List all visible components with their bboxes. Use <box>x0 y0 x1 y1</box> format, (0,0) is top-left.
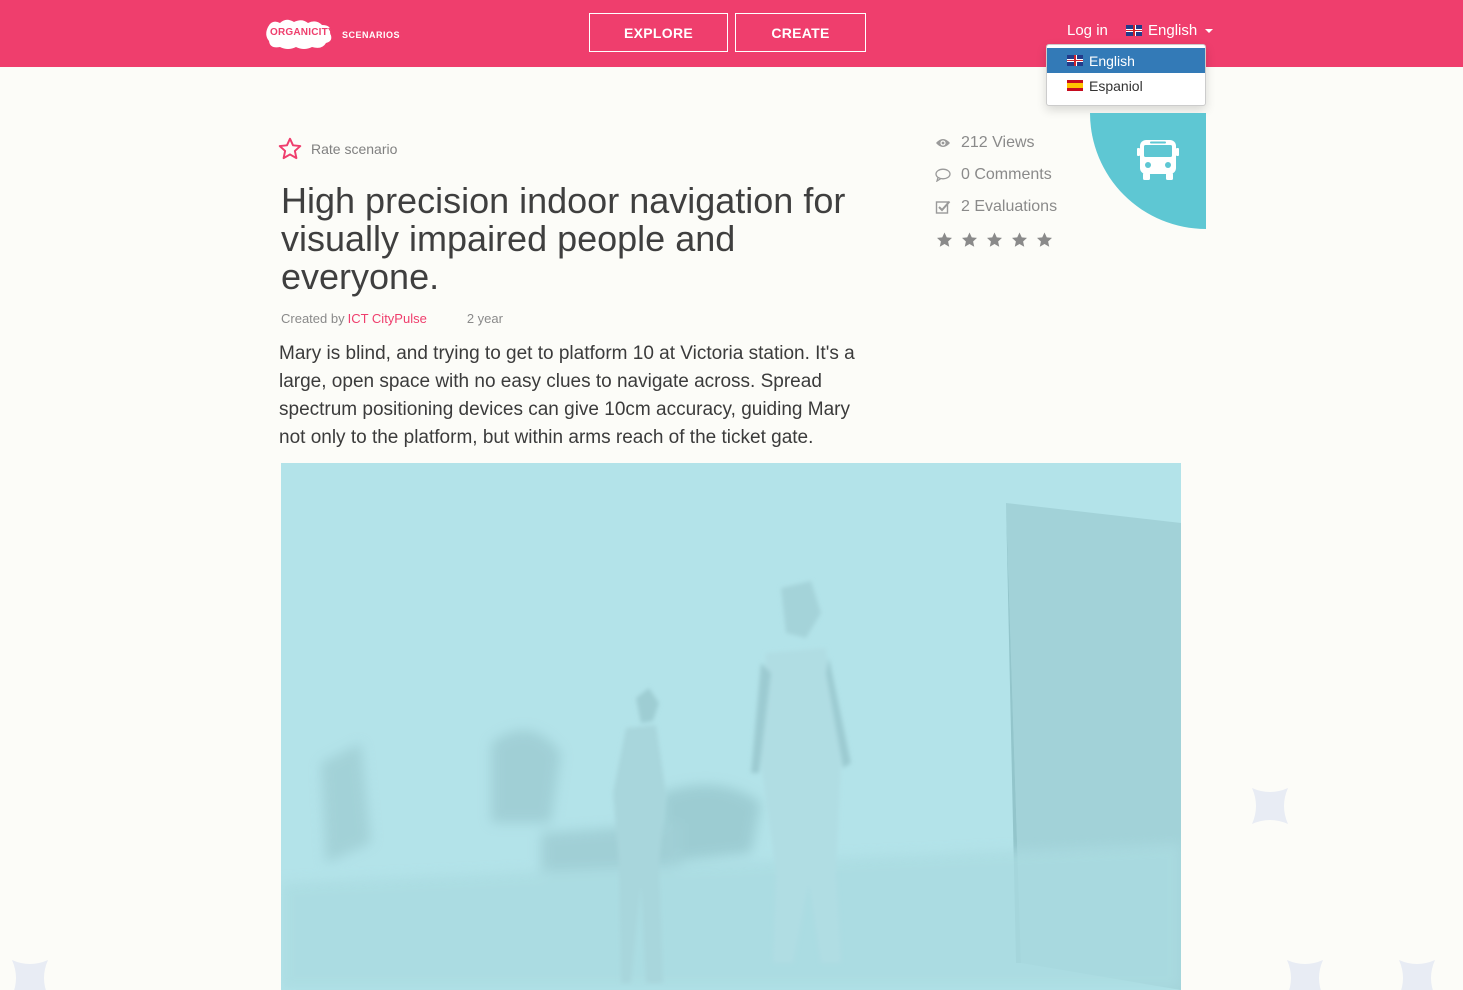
category-badge <box>1090 113 1206 229</box>
star-icon <box>1037 232 1052 247</box>
star-icon <box>962 232 977 247</box>
logo-text: ORGANICITY <box>270 27 335 38</box>
comments-stat: 0 Comments <box>935 159 1057 191</box>
comment-icon <box>935 167 951 183</box>
scenario-meta: Created by ICT CityPulse 2 year <box>281 311 503 326</box>
uk-flag-icon <box>1067 55 1083 66</box>
checkbox-icon <box>935 199 951 215</box>
sparkle-decoration <box>1252 788 1288 824</box>
language-dropdown-toggle[interactable]: English <box>1126 22 1214 39</box>
language-dropdown-menu: English Espaniol <box>1046 44 1206 106</box>
star-icon <box>937 232 952 247</box>
language-option-english[interactable]: English <box>1047 48 1205 73</box>
scenario-age: 2 year <box>466 311 503 326</box>
create-button[interactable]: CREATE <box>735 13 866 52</box>
caret-down-icon <box>1205 28 1214 33</box>
login-link[interactable]: Log in <box>1067 22 1108 39</box>
scenario-description: Mary is blind, and trying to get to plat… <box>279 343 855 448</box>
uk-flag-icon <box>1126 25 1142 36</box>
explore-button[interactable]: EXPLORE <box>589 13 728 52</box>
eye-icon <box>935 135 951 151</box>
rate-scenario-label: Rate scenario <box>311 141 398 157</box>
evaluations-stat: 2 Evaluations <box>935 191 1057 223</box>
star-icon <box>1012 232 1027 247</box>
author-link[interactable]: ICT CityPulse <box>348 311 427 326</box>
sparkle-decoration <box>12 960 48 990</box>
logo-subtitle: SCENARIOS <box>342 29 401 40</box>
views-count: 212 Views <box>961 134 1035 151</box>
evaluations-count: 2 Evaluations <box>961 198 1058 215</box>
language-option-espaniol[interactable]: Espaniol <box>1047 73 1205 98</box>
rate-scenario-button[interactable]: Rate scenario <box>277 136 397 162</box>
rating-stars <box>935 231 1057 249</box>
scenario-stats: 212 Views 0 Comments 2 Evaluations <box>935 127 1057 249</box>
bus-icon <box>1137 140 1179 180</box>
sparkle-decoration <box>1287 960 1323 990</box>
star-outline-icon <box>278 137 302 160</box>
created-by-label: Created by <box>281 311 345 326</box>
language-selected-label: English <box>1148 22 1198 39</box>
language-option-label: English <box>1089 52 1135 69</box>
sparkle-decoration <box>1399 960 1435 990</box>
top-navbar: ORGANICITY SCENARIOS EXPLORE CREATE Log … <box>0 0 1463 67</box>
language-option-label: Espaniol <box>1089 77 1143 94</box>
logo-mark: ORGANICITY <box>264 17 335 49</box>
scenario-hero-image <box>281 463 1181 990</box>
comments-count: 0 Comments <box>961 166 1052 183</box>
star-icon <box>987 232 1002 247</box>
views-stat: 212 Views <box>935 127 1057 159</box>
organicity-logo[interactable]: ORGANICITY SCENARIOS <box>264 15 400 51</box>
spain-flag-icon <box>1067 80 1083 91</box>
scenario-title: High precision indoor navigation for vis… <box>281 180 846 297</box>
